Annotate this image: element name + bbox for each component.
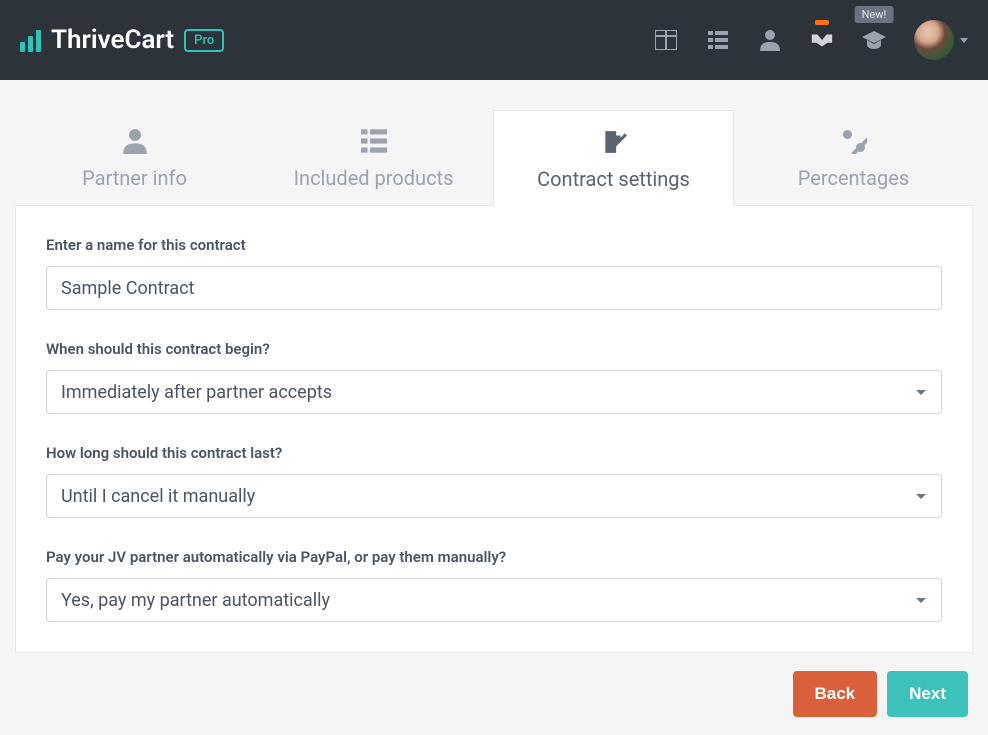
percent-icon — [841, 128, 867, 158]
tab-percentages[interactable]: Percentages — [734, 110, 973, 205]
footer-actions: Back Next — [0, 653, 988, 735]
tabs-container: Partner info Included products Contract … — [0, 80, 988, 653]
chevron-down-icon — [960, 38, 968, 43]
notification-dot — [815, 20, 829, 25]
form-panel: Enter a name for this contract When shou… — [15, 206, 973, 653]
logo[interactable]: ThriveCart Pro — [20, 25, 224, 55]
field-contract-begin: When should this contract begin? Immedia… — [46, 340, 942, 414]
logo-icon — [20, 28, 41, 52]
tab-label: Included products — [294, 166, 454, 190]
logo-text: ThriveCart — [51, 25, 174, 55]
avatar — [914, 20, 954, 60]
label-contract-name: Enter a name for this contract — [46, 236, 942, 254]
select-contract-begin[interactable]: Immediately after partner accepts — [46, 370, 942, 414]
field-contract-name: Enter a name for this contract — [46, 236, 942, 310]
tab-contract-settings[interactable]: Contract settings — [493, 110, 734, 206]
list-icon[interactable] — [706, 28, 730, 52]
label-contract-payment: Pay your JV partner automatically via Pa… — [46, 548, 942, 566]
pro-badge: Pro — [184, 29, 224, 52]
select-contract-duration[interactable]: Until I cancel it manually — [46, 474, 942, 518]
user-icon — [122, 128, 148, 158]
tab-label: Percentages — [798, 166, 909, 190]
tab-label: Partner info — [82, 166, 187, 190]
document-edit-icon — [601, 129, 627, 159]
label-contract-begin: When should this contract begin? — [46, 340, 942, 358]
select-contract-payment[interactable]: Yes, pay my partner automatically — [46, 578, 942, 622]
back-button[interactable]: Back — [793, 671, 878, 717]
field-contract-duration: How long should this contract last? Unti… — [46, 444, 942, 518]
field-contract-payment: Pay your JV partner automatically via Pa… — [46, 548, 942, 622]
tab-included-products[interactable]: Included products — [254, 110, 493, 205]
next-button[interactable]: Next — [887, 671, 968, 717]
user-menu[interactable] — [914, 20, 968, 60]
header-nav: New! — [654, 20, 968, 60]
tabs: Partner info Included products Contract … — [15, 110, 973, 206]
new-badge: New! — [855, 6, 894, 23]
label-contract-duration: How long should this contract last? — [46, 444, 942, 462]
input-contract-name[interactable] — [46, 266, 942, 310]
dashboard-icon[interactable] — [654, 28, 678, 52]
tab-label: Contract settings — [537, 167, 690, 191]
user-icon[interactable] — [758, 28, 782, 52]
top-header: ThriveCart Pro New! — [0, 0, 988, 80]
handshake-icon[interactable] — [810, 28, 834, 52]
tab-partner-info[interactable]: Partner info — [15, 110, 254, 205]
graduation-icon[interactable]: New! — [862, 28, 886, 52]
grid-icon — [361, 128, 387, 158]
